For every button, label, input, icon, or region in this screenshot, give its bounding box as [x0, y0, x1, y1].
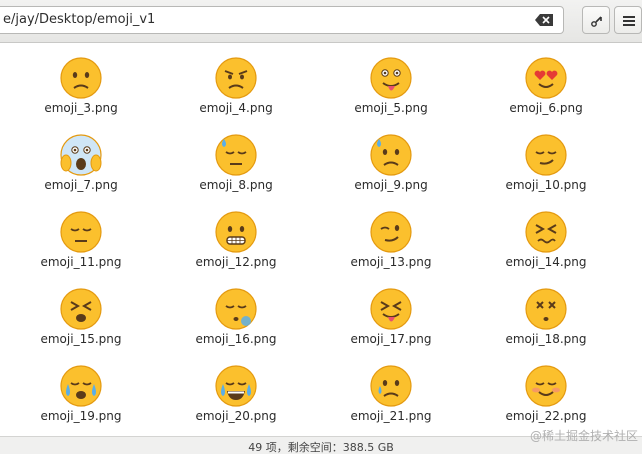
- menu-button[interactable]: [614, 6, 642, 34]
- pensive-emoji-icon: [60, 211, 102, 253]
- sad-emoji-icon: [60, 57, 102, 99]
- file-name-label: emoji_21.png: [350, 409, 432, 423]
- file-name-label: emoji_12.png: [195, 255, 277, 269]
- file-name-label: emoji_8.png: [199, 178, 273, 192]
- search-icon: [591, 16, 602, 27]
- file-item[interactable]: emoji_20.png: [161, 351, 311, 425]
- sob-emoji-icon: [60, 365, 102, 407]
- squint-tongue-emoji-icon: [370, 288, 412, 330]
- file-item[interactable]: emoji_3.png: [6, 43, 156, 117]
- file-item[interactable]: emoji_8.png: [161, 120, 311, 194]
- file-item[interactable]: emoji_7.png: [6, 120, 156, 194]
- location-toolbar: e/jay/Desktop/emoji_v1: [0, 0, 642, 43]
- file-name-label: emoji_17.png: [350, 332, 432, 346]
- file-name-label: emoji_11.png: [40, 255, 122, 269]
- clear-text-icon[interactable]: [535, 14, 553, 26]
- scream-emoji-icon: [60, 134, 102, 176]
- file-item[interactable]: emoji_21.png: [316, 351, 466, 425]
- file-name-label: emoji_14.png: [505, 255, 587, 269]
- sleepy-emoji-icon: [215, 288, 257, 330]
- path-text: e/jay/Desktop/emoji_v1: [3, 12, 156, 27]
- file-name-label: emoji_10.png: [505, 178, 587, 192]
- menu-icon: [623, 16, 635, 26]
- file-item[interactable]: emoji_14.png: [471, 197, 621, 271]
- grimace-emoji-icon: [215, 211, 257, 253]
- file-item[interactable]: emoji_15.png: [6, 274, 156, 348]
- file-item[interactable]: emoji_18.png: [471, 274, 621, 348]
- file-item[interactable]: emoji_22.png: [471, 351, 621, 425]
- joy-emoji-icon: [215, 365, 257, 407]
- path-input[interactable]: e/jay/Desktop/emoji_v1: [0, 6, 564, 34]
- angry-emoji-icon: [215, 57, 257, 99]
- file-item[interactable]: emoji_9.png: [316, 120, 466, 194]
- file-grid: emoji_3.png emoji_4.png emoji_5.png emoj…: [0, 43, 642, 435]
- cry-emoji-icon: [370, 365, 412, 407]
- file-item[interactable]: emoji_16.png: [161, 274, 311, 348]
- file-item[interactable]: emoji_19.png: [6, 351, 156, 425]
- watermark: @稀土掘金技术社区: [529, 429, 638, 443]
- sweat-emoji-icon: [215, 134, 257, 176]
- file-item[interactable]: emoji_5.png: [316, 43, 466, 117]
- file-name-label: emoji_18.png: [505, 332, 587, 346]
- file-name-label: emoji_15.png: [40, 332, 122, 346]
- file-item[interactable]: emoji_17.png: [316, 274, 466, 348]
- file-name-label: emoji_19.png: [40, 409, 122, 423]
- file-item[interactable]: emoji_6.png: [471, 43, 621, 117]
- file-item[interactable]: emoji_4.png: [161, 43, 311, 117]
- file-name-label: emoji_22.png: [505, 409, 587, 423]
- smirk-emoji-icon: [525, 134, 567, 176]
- dizzy-emoji-icon: [525, 288, 567, 330]
- file-name-label: emoji_3.png: [44, 101, 118, 115]
- tongue-wink-emoji-icon: [370, 57, 412, 99]
- file-item[interactable]: emoji_11.png: [6, 197, 156, 271]
- tired-emoji-icon: [60, 288, 102, 330]
- heart-eyes-emoji-icon: [525, 57, 567, 99]
- blush-emoji-icon: [525, 365, 567, 407]
- file-name-label: emoji_7.png: [44, 178, 118, 192]
- file-name-label: emoji_16.png: [195, 332, 277, 346]
- file-item[interactable]: emoji_12.png: [161, 197, 311, 271]
- file-name-label: emoji_20.png: [195, 409, 277, 423]
- file-item[interactable]: emoji_10.png: [471, 120, 621, 194]
- wink-emoji-icon: [370, 211, 412, 253]
- file-name-label: emoji_6.png: [509, 101, 583, 115]
- search-button[interactable]: [582, 6, 610, 34]
- file-name-label: emoji_9.png: [354, 178, 428, 192]
- file-name-label: emoji_5.png: [354, 101, 428, 115]
- worried-sweat-emoji-icon: [370, 134, 412, 176]
- file-name-label: emoji_4.png: [199, 101, 273, 115]
- file-item[interactable]: emoji_13.png: [316, 197, 466, 271]
- confounded-emoji-icon: [525, 211, 567, 253]
- file-name-label: emoji_13.png: [350, 255, 432, 269]
